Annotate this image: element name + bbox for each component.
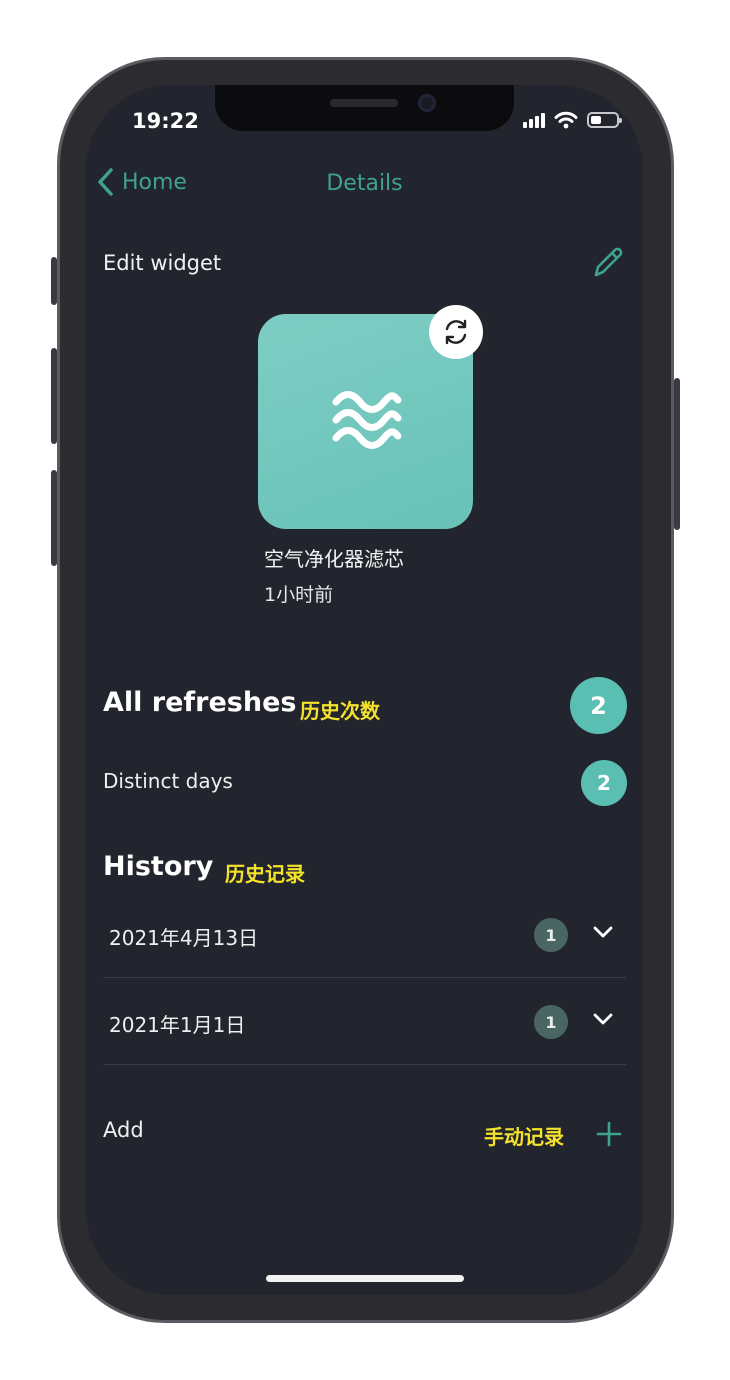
all-refreshes-title: All refreshes: [103, 687, 297, 718]
status-time: 19:22: [132, 109, 199, 133]
wifi-icon: [554, 111, 578, 129]
distinct-days-count: 2: [581, 760, 627, 806]
distinct-days-label: Distinct days: [103, 769, 233, 793]
all-refreshes-annotation: 历史次数: [300, 699, 380, 723]
plus-icon[interactable]: [594, 1119, 624, 1149]
row-divider: [103, 1064, 626, 1065]
history-count-badge: 1: [534, 918, 568, 952]
mute-switch: [51, 257, 57, 305]
history-date: 2021年1月1日: [109, 1013, 246, 1037]
all-refreshes-count: 2: [570, 677, 627, 734]
status-icons: [523, 111, 622, 129]
history-title: History: [103, 851, 214, 882]
refresh-icon: [445, 319, 467, 345]
volume-down-button: [51, 470, 57, 566]
history-date: 2021年4月13日: [109, 926, 259, 950]
refresh-button[interactable]: [429, 305, 483, 359]
front-camera: [418, 94, 436, 112]
app-screen: 19:22 Home Details Edit widget 空气净化器滤芯 1…: [86, 85, 643, 1295]
widget-last-refresh: 1小时前: [264, 584, 334, 606]
notch: [215, 85, 514, 131]
chevron-down-icon[interactable]: [592, 1012, 614, 1026]
add-annotation: 手动记录: [484, 1125, 564, 1149]
widget-name: 空气净化器滤芯: [264, 547, 404, 571]
cellular-signal-icon: [523, 112, 545, 128]
add-label[interactable]: Add: [103, 1118, 144, 1142]
air-waves-icon: [332, 390, 401, 449]
battery-icon: [587, 112, 622, 128]
history-count-badge: 1: [534, 1005, 568, 1039]
power-button: [674, 378, 680, 530]
page-title: Details: [326, 171, 403, 196]
row-divider: [103, 977, 626, 978]
speaker-grille: [330, 99, 398, 107]
pencil-icon[interactable]: [590, 245, 626, 281]
edit-widget-label: Edit widget: [103, 251, 222, 275]
chevron-down-icon[interactable]: [592, 925, 614, 939]
history-annotation: 历史记录: [225, 862, 305, 886]
home-indicator[interactable]: [266, 1275, 464, 1282]
volume-up-button: [51, 348, 57, 444]
